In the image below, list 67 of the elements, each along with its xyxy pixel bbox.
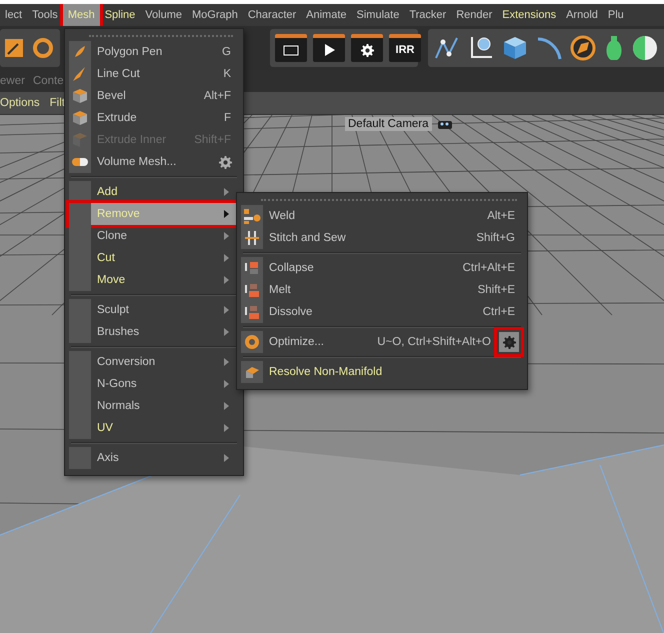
menu-title[interactable]: Extensions xyxy=(497,4,562,26)
menu-item[interactable]: Brushes xyxy=(69,321,239,343)
render-button[interactable]: IRR xyxy=(389,34,421,62)
menu-title[interactable]: Spline xyxy=(100,4,140,26)
menu-item[interactable]: Bevel Alt+F xyxy=(69,85,239,107)
submenu-arrow-icon xyxy=(224,328,229,336)
frame-icon xyxy=(283,44,299,56)
menu-item[interactable]: Normals xyxy=(69,395,239,417)
menu-title[interactable]: Tools xyxy=(27,4,63,26)
pen-circle-icon[interactable] xyxy=(569,34,597,62)
menu-title[interactable]: Animate xyxy=(301,4,352,26)
cube-icon xyxy=(71,109,89,127)
settings-icon xyxy=(360,44,374,56)
submenu-arrow-icon xyxy=(224,358,229,366)
submenu-arrow-icon xyxy=(224,306,229,314)
menu-item[interactable]: Cut xyxy=(69,247,239,269)
menu-title[interactable]: Simulate xyxy=(352,4,404,26)
submenu-arrow-icon xyxy=(224,454,229,462)
render-button[interactable] xyxy=(313,34,345,62)
submenu-arrow-icon xyxy=(224,210,229,218)
menu-item[interactable]: Weld Alt+E xyxy=(241,205,523,227)
options-menu[interactable]: Filt xyxy=(50,97,65,109)
menu-title[interactable]: Plu xyxy=(602,4,629,26)
camera-icon xyxy=(438,119,452,129)
menu-item[interactable]: Volume Mesh... xyxy=(69,151,239,173)
menu-item[interactable]: Conversion xyxy=(69,351,239,373)
submenu-arrow-icon xyxy=(224,254,229,262)
menu-title[interactable]: Character xyxy=(242,4,302,26)
menu-item[interactable]: Optimize... U~O, Ctrl+Shift+Alt+O xyxy=(241,331,523,353)
menu-item[interactable]: N-Gons xyxy=(69,373,239,395)
play-icon xyxy=(323,44,335,56)
submenu-arrow-icon xyxy=(224,276,229,284)
menu-item[interactable]: Move xyxy=(69,269,239,291)
cube-icon[interactable] xyxy=(501,34,529,62)
settings-icon xyxy=(218,156,232,168)
menu-item[interactable]: Dissolve Ctrl+E xyxy=(241,301,523,323)
submenu-arrow-icon xyxy=(224,188,229,196)
menu-item[interactable]: Axis xyxy=(69,447,239,469)
menu-title[interactable]: MoGraph xyxy=(187,4,243,26)
options-menu[interactable]: Options xyxy=(0,97,40,109)
menu-item[interactable]: Sculpt xyxy=(69,299,239,321)
menu-title[interactable]: Volume xyxy=(140,4,187,26)
submenu-arrow-icon xyxy=(224,232,229,240)
menu-title[interactable]: Arnold xyxy=(561,4,603,26)
submenu-arrow-icon xyxy=(224,402,229,410)
menu-item[interactable]: Stitch and Sew Shift+G xyxy=(241,227,523,249)
menu-title[interactable]: Render xyxy=(451,4,498,26)
menu-item[interactable]: Polygon Pen G xyxy=(69,41,239,63)
cube-icon xyxy=(71,87,89,105)
menu-item[interactable]: Extrude F xyxy=(69,107,239,129)
menu-title[interactable]: lect xyxy=(0,4,28,26)
menu-item[interactable]: Melt Shift+E xyxy=(241,279,523,301)
menu-title[interactable]: Tracker xyxy=(404,4,452,26)
camera-label: Default Camera xyxy=(345,117,432,131)
menu-item[interactable]: Clone xyxy=(69,225,239,247)
submenu-arrow-icon xyxy=(224,424,229,432)
menu-item[interactable]: Collapse Ctrl+Alt+E xyxy=(241,257,523,279)
settings-button[interactable] xyxy=(499,332,519,352)
settings-icon xyxy=(502,336,516,348)
cube-icon xyxy=(71,131,89,149)
menu-item[interactable]: Resolve Non-Manifold xyxy=(241,361,523,383)
menu-item[interactable]: Line Cut K xyxy=(69,63,239,85)
render-settings-button[interactable] xyxy=(351,34,383,62)
render-view-button[interactable] xyxy=(275,34,307,62)
menu-item[interactable]: UV xyxy=(69,417,239,439)
sphere-icon[interactable] xyxy=(631,34,659,62)
submenu-arrow-icon xyxy=(224,380,229,388)
